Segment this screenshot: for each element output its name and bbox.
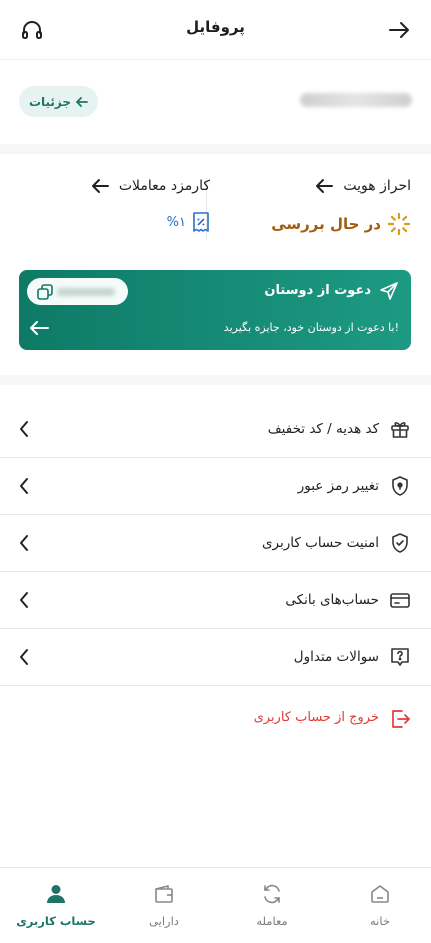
- menu-label: کد هدیه / کد تخفیف: [267, 421, 379, 437]
- menu-item-faq[interactable]: سوالات متداول: [0, 629, 431, 686]
- arrow-left-icon: [315, 178, 334, 194]
- nav-assets[interactable]: دارایی: [119, 882, 209, 928]
- logout-icon: [389, 708, 411, 730]
- headphones-icon[interactable]: [20, 18, 44, 42]
- gift-icon: [389, 418, 411, 440]
- nav-account[interactable]: حساب کاربری: [11, 882, 101, 928]
- kyc-card[interactable]: احراز هویت در حال بررسی: [221, 178, 411, 238]
- masked-referral-code: [57, 287, 115, 296]
- arrow-left-icon: [91, 178, 109, 194]
- copy-icon[interactable]: [36, 283, 54, 301]
- nav-label: معامله: [256, 914, 288, 928]
- home-icon: [371, 885, 389, 903]
- bottom-navigation: خانه معامله دارایی حساب کاربری: [0, 867, 431, 943]
- menu-label: حساب‌های بانکی: [285, 592, 379, 608]
- fees-value: %۱: [166, 214, 186, 230]
- fees-card[interactable]: کارمزد معاملات %۱: [60, 178, 210, 238]
- top-bar: پروفایل: [0, 0, 431, 60]
- nav-label: خانه: [370, 914, 390, 928]
- nav-label: حساب کاربری: [16, 914, 96, 928]
- menu-item-account-security[interactable]: امنیت حساب کاربری: [0, 515, 431, 572]
- details-button[interactable]: جزئیات: [19, 86, 98, 117]
- shield-lock-icon: [389, 475, 411, 497]
- refresh-icon: [264, 884, 280, 904]
- menu-item-gift-code[interactable]: کد هدیه / کد تخفیف: [0, 401, 431, 458]
- shield-check-icon: [389, 532, 411, 554]
- details-label: جزئیات: [28, 94, 72, 109]
- send-icon: [379, 281, 399, 301]
- menu-label: امنیت حساب کاربری: [261, 535, 379, 551]
- kyc-status-text: در حال بررسی: [271, 215, 381, 233]
- chevron-left-icon: [18, 648, 30, 666]
- arrow-left-icon: [76, 96, 88, 108]
- page-title: پروفایل: [186, 18, 245, 36]
- logout-button[interactable]: خروج از حساب کاربری: [0, 700, 431, 740]
- section-divider: [0, 375, 431, 385]
- wallet-icon: [155, 885, 173, 903]
- logout-label: خروج از حساب کاربری: [253, 710, 379, 725]
- invite-friends-banner[interactable]: دعوت از دوستان با دعوت از دوستان خود، جا…: [19, 270, 411, 350]
- question-icon: [389, 646, 411, 668]
- chevron-left-icon: [18, 591, 30, 609]
- kyc-title: احراز هویت: [343, 178, 411, 194]
- menu-item-bank-accounts[interactable]: حساب‌های بانکی: [0, 572, 431, 629]
- loading-spinner-icon: [387, 212, 411, 236]
- fees-title: کارمزد معاملات: [118, 178, 210, 194]
- user-icon: [47, 885, 65, 903]
- menu-label: تغییر رمز عبور: [297, 478, 379, 494]
- invite-title: دعوت از دوستان: [264, 283, 371, 298]
- menu-item-change-password[interactable]: تغییر رمز عبور: [0, 458, 431, 515]
- credit-card-icon: [389, 589, 411, 611]
- nav-label: دارایی: [149, 914, 179, 928]
- chevron-left-icon: [18, 420, 30, 438]
- nav-home[interactable]: خانه: [335, 882, 425, 928]
- menu-label: سوالات متداول: [293, 649, 379, 665]
- arrow-left-icon[interactable]: [29, 320, 49, 336]
- nav-trade[interactable]: معامله: [227, 882, 317, 928]
- receipt-icon: [192, 212, 210, 232]
- masked-user-id: [300, 93, 412, 107]
- chevron-left-icon: [18, 477, 30, 495]
- back-arrow-icon[interactable]: [387, 18, 411, 42]
- chevron-left-icon: [18, 534, 30, 552]
- invite-subtitle: با دعوت از دوستان خود، جایزه بگیرید!: [223, 321, 399, 334]
- section-divider: [0, 144, 431, 154]
- referral-code-field[interactable]: [27, 278, 128, 305]
